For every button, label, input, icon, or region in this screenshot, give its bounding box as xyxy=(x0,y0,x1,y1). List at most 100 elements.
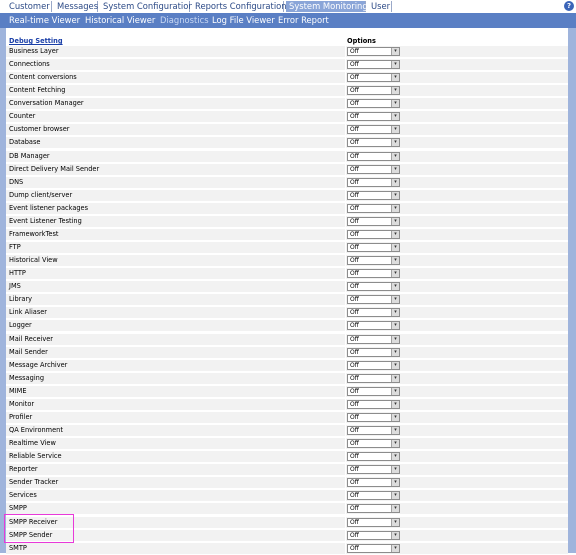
chevron-down-icon[interactable]: ▾ xyxy=(391,544,399,552)
chevron-down-icon[interactable]: ▾ xyxy=(391,309,399,317)
chevron-down-icon[interactable]: ▾ xyxy=(391,100,399,108)
option-select[interactable]: Off ▾ xyxy=(347,138,400,148)
chevron-down-icon[interactable]: ▾ xyxy=(391,505,399,513)
chevron-down-icon[interactable]: ▾ xyxy=(391,479,399,487)
setting-name: MIME xyxy=(9,386,27,395)
chevron-down-icon[interactable]: ▾ xyxy=(391,191,399,199)
option-select[interactable]: Off ▾ xyxy=(347,177,400,187)
chevron-down-icon[interactable]: ▾ xyxy=(391,400,399,408)
option-select[interactable]: Off ▾ xyxy=(347,543,400,553)
tab-messages[interactable]: Messages xyxy=(54,1,98,12)
option-select[interactable]: Off ▾ xyxy=(347,86,400,96)
chevron-down-icon[interactable]: ▾ xyxy=(391,113,399,121)
chevron-down-icon[interactable]: ▾ xyxy=(391,335,399,343)
chevron-down-icon[interactable]: ▾ xyxy=(391,87,399,95)
option-select[interactable]: Off ▾ xyxy=(347,321,400,331)
option-select[interactable]: Off ▾ xyxy=(347,478,400,488)
option-select[interactable]: Off ▾ xyxy=(347,216,400,226)
option-select[interactable]: Off ▾ xyxy=(347,399,400,409)
option-select[interactable]: Off ▾ xyxy=(347,125,400,135)
chevron-down-icon[interactable]: ▾ xyxy=(391,453,399,461)
option-select-value: Off xyxy=(350,296,359,304)
subtab-diagnostics[interactable]: Diagnostics xyxy=(160,15,209,26)
chevron-down-icon[interactable]: ▾ xyxy=(391,361,399,369)
option-select[interactable]: Off ▾ xyxy=(347,47,400,56)
option-select[interactable]: Off ▾ xyxy=(347,360,400,370)
chevron-down-icon[interactable]: ▾ xyxy=(391,152,399,160)
option-select[interactable]: Off ▾ xyxy=(347,295,400,305)
chevron-down-icon[interactable]: ▾ xyxy=(391,531,399,539)
option-select[interactable]: Off ▾ xyxy=(347,164,400,174)
option-select[interactable]: Off ▾ xyxy=(347,112,400,122)
column-divider xyxy=(345,85,346,98)
chevron-down-icon[interactable]: ▾ xyxy=(391,61,399,69)
chevron-down-icon[interactable]: ▾ xyxy=(391,296,399,304)
setting-name: Historical View xyxy=(9,256,58,265)
option-select-value: Off xyxy=(350,61,359,69)
chevron-down-icon[interactable]: ▾ xyxy=(391,440,399,448)
chevron-down-icon[interactable]: ▾ xyxy=(391,270,399,278)
option-select[interactable]: Off ▾ xyxy=(347,256,400,266)
table-row: MIME Off ▾ xyxy=(6,384,568,398)
chevron-down-icon[interactable]: ▾ xyxy=(391,178,399,186)
option-select[interactable]: Off ▾ xyxy=(347,491,400,501)
option-select[interactable]: Off ▾ xyxy=(347,243,400,253)
option-select[interactable]: Off ▾ xyxy=(347,347,400,357)
chevron-down-icon[interactable]: ▾ xyxy=(391,139,399,147)
chevron-down-icon[interactable]: ▾ xyxy=(391,348,399,356)
option-select[interactable]: Off ▾ xyxy=(347,517,400,527)
option-select[interactable]: Off ▾ xyxy=(347,308,400,318)
chevron-down-icon[interactable]: ▾ xyxy=(391,217,399,225)
tab-system-configuration[interactable]: System Configuration xyxy=(100,1,194,12)
subtab-real-time-viewer[interactable]: Real-time Viewer xyxy=(9,15,80,26)
chevron-down-icon[interactable]: ▾ xyxy=(391,466,399,474)
tab-system-monitoring[interactable]: System Monitoring xyxy=(286,1,368,12)
chevron-down-icon[interactable]: ▾ xyxy=(391,244,399,252)
option-select[interactable]: Off ▾ xyxy=(347,269,400,279)
option-select[interactable]: Off ▾ xyxy=(347,282,400,292)
option-select[interactable]: Off ▾ xyxy=(347,504,400,514)
chevron-down-icon[interactable]: ▾ xyxy=(391,283,399,291)
chevron-down-icon[interactable]: ▾ xyxy=(391,126,399,134)
option-select[interactable]: Off ▾ xyxy=(347,229,400,239)
table-row: Monitor Off ▾ xyxy=(6,397,568,411)
option-select[interactable]: Off ▾ xyxy=(347,386,400,396)
option-select[interactable]: Off ▾ xyxy=(347,334,400,344)
option-select[interactable]: Off ▾ xyxy=(347,412,400,422)
option-select[interactable]: Off ▾ xyxy=(347,530,400,540)
help-icon[interactable]: ? xyxy=(564,1,574,11)
tab-user[interactable]: User xyxy=(368,1,392,12)
option-select[interactable]: Off ▾ xyxy=(347,465,400,475)
chevron-down-icon[interactable]: ▾ xyxy=(391,387,399,395)
chevron-down-icon[interactable]: ▾ xyxy=(391,427,399,435)
option-select-value: Off xyxy=(350,165,359,173)
tab-reports-configuration[interactable]: Reports Configuration xyxy=(192,1,287,12)
option-select[interactable]: Off ▾ xyxy=(347,452,400,462)
chevron-down-icon[interactable]: ▾ xyxy=(391,48,399,55)
option-select[interactable]: Off ▾ xyxy=(347,151,400,161)
subtab-log-file-viewer[interactable]: Log File Viewer xyxy=(212,15,275,26)
chevron-down-icon[interactable]: ▾ xyxy=(391,165,399,173)
chevron-down-icon[interactable]: ▾ xyxy=(391,492,399,500)
option-select[interactable]: Off ▾ xyxy=(347,73,400,83)
tab-customer[interactable]: Customer xyxy=(6,1,52,12)
subtab-error-report[interactable]: Error Report xyxy=(278,15,329,26)
option-select[interactable]: Off ▾ xyxy=(347,203,400,213)
chevron-down-icon[interactable]: ▾ xyxy=(391,322,399,330)
chevron-down-icon[interactable]: ▾ xyxy=(391,204,399,212)
chevron-down-icon[interactable]: ▾ xyxy=(391,518,399,526)
chevron-down-icon[interactable]: ▾ xyxy=(391,413,399,421)
setting-name: Business Layer xyxy=(9,47,59,55)
subtab-historical-viewer[interactable]: Historical Viewer xyxy=(85,15,155,26)
chevron-down-icon[interactable]: ▾ xyxy=(391,374,399,382)
option-select[interactable]: Off ▾ xyxy=(347,373,400,383)
option-select[interactable]: Off ▾ xyxy=(347,439,400,449)
chevron-down-icon[interactable]: ▾ xyxy=(391,74,399,82)
option-select[interactable]: Off ▾ xyxy=(347,426,400,436)
table-row: JMS Off ▾ xyxy=(6,280,568,294)
option-select[interactable]: Off ▾ xyxy=(347,190,400,200)
chevron-down-icon[interactable]: ▾ xyxy=(391,230,399,238)
option-select[interactable]: Off ▾ xyxy=(347,60,400,70)
chevron-down-icon[interactable]: ▾ xyxy=(391,257,399,265)
option-select[interactable]: Off ▾ xyxy=(347,99,400,109)
